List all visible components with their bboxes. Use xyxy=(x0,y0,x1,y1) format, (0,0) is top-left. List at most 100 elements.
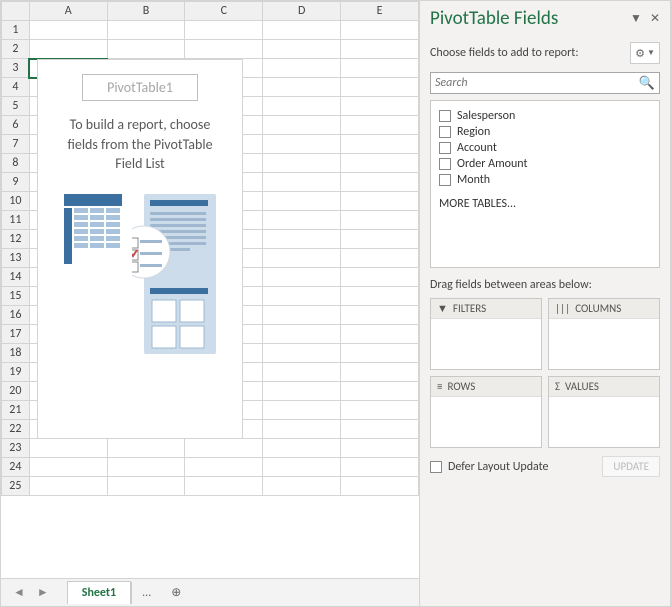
field-item[interactable]: Account xyxy=(439,141,651,155)
cell[interactable] xyxy=(29,458,107,477)
pane-dropdown-icon[interactable]: ▼ xyxy=(630,11,642,26)
cell[interactable] xyxy=(263,40,341,59)
cell[interactable] xyxy=(263,97,341,116)
cell[interactable] xyxy=(263,325,341,344)
cell[interactable] xyxy=(185,458,263,477)
cell[interactable] xyxy=(341,97,419,116)
cell[interactable] xyxy=(263,306,341,325)
cell[interactable] xyxy=(185,439,263,458)
cell[interactable] xyxy=(107,439,185,458)
cell[interactable] xyxy=(263,458,341,477)
row-header[interactable]: 17 xyxy=(2,325,30,344)
cell[interactable] xyxy=(185,21,263,40)
cell[interactable] xyxy=(341,344,419,363)
cell[interactable] xyxy=(29,477,107,496)
sheet-prev-icon[interactable]: ◄ xyxy=(13,585,25,600)
cell[interactable] xyxy=(341,249,419,268)
cell[interactable] xyxy=(341,116,419,135)
checkbox-icon[interactable] xyxy=(439,110,451,122)
checkbox-icon[interactable] xyxy=(439,174,451,186)
cell[interactable] xyxy=(341,458,419,477)
search-input[interactable] xyxy=(435,76,639,90)
cell[interactable] xyxy=(263,249,341,268)
field-item[interactable]: Month xyxy=(439,173,651,187)
cell[interactable] xyxy=(341,363,419,382)
cell[interactable] xyxy=(185,477,263,496)
cell[interactable] xyxy=(263,78,341,97)
select-all-corner[interactable] xyxy=(2,2,30,21)
cell[interactable] xyxy=(263,439,341,458)
cell[interactable] xyxy=(263,135,341,154)
cell[interactable] xyxy=(263,287,341,306)
cell[interactable] xyxy=(263,477,341,496)
cell[interactable] xyxy=(341,154,419,173)
cell[interactable] xyxy=(341,287,419,306)
cell[interactable] xyxy=(341,78,419,97)
field-item[interactable]: Order Amount xyxy=(439,157,651,171)
cell[interactable] xyxy=(29,439,107,458)
cell[interactable] xyxy=(341,477,419,496)
row-header[interactable]: 16 xyxy=(2,306,30,325)
checkbox-icon[interactable] xyxy=(439,126,451,138)
cell[interactable] xyxy=(263,230,341,249)
cell[interactable] xyxy=(107,458,185,477)
cell[interactable] xyxy=(341,40,419,59)
cell[interactable] xyxy=(341,192,419,211)
columns-zone[interactable]: |||COLUMNS xyxy=(548,298,660,370)
cell[interactable] xyxy=(107,21,185,40)
cell[interactable] xyxy=(263,363,341,382)
cell[interactable] xyxy=(263,382,341,401)
sheet-next-icon[interactable]: ► xyxy=(37,585,49,600)
col-header[interactable]: E xyxy=(341,2,419,21)
col-header[interactable]: A xyxy=(29,2,107,21)
cell[interactable] xyxy=(185,40,263,59)
row-header[interactable]: 24 xyxy=(2,458,30,477)
pivottable-placeholder[interactable]: PivotTable1 To build a report, choose fi… xyxy=(37,59,243,439)
cell[interactable] xyxy=(341,306,419,325)
values-zone[interactable]: ΣVALUES xyxy=(548,376,660,448)
row-header[interactable]: 5 xyxy=(2,97,30,116)
cell[interactable] xyxy=(263,268,341,287)
cell[interactable] xyxy=(263,344,341,363)
new-sheet-button[interactable]: ⊕ xyxy=(161,585,191,600)
row-header[interactable]: 13 xyxy=(2,249,30,268)
col-header[interactable]: B xyxy=(107,2,185,21)
cell[interactable] xyxy=(341,21,419,40)
checkbox-icon[interactable] xyxy=(439,142,451,154)
cell[interactable] xyxy=(263,116,341,135)
row-header[interactable]: 12 xyxy=(2,230,30,249)
row-header[interactable]: 11 xyxy=(2,211,30,230)
row-header[interactable]: 22 xyxy=(2,420,30,439)
field-search[interactable]: 🔍 xyxy=(430,72,660,94)
defer-layout-checkbox[interactable]: Defer Layout Update xyxy=(430,460,549,474)
update-button[interactable]: UPDATE xyxy=(602,456,660,477)
cell[interactable] xyxy=(341,439,419,458)
row-header[interactable]: 25 xyxy=(2,477,30,496)
cell[interactable] xyxy=(29,21,107,40)
cell[interactable] xyxy=(263,154,341,173)
more-tables-link[interactable]: MORE TABLES... xyxy=(439,197,651,211)
cell[interactable] xyxy=(263,21,341,40)
cell[interactable] xyxy=(263,401,341,420)
cell[interactable] xyxy=(263,192,341,211)
row-header[interactable]: 20 xyxy=(2,382,30,401)
cell[interactable] xyxy=(341,382,419,401)
sheet-tab[interactable]: Sheet1 xyxy=(67,581,131,604)
col-header[interactable]: D xyxy=(263,2,341,21)
cell[interactable] xyxy=(341,230,419,249)
cell[interactable] xyxy=(107,477,185,496)
cell[interactable] xyxy=(263,173,341,192)
field-list[interactable]: SalespersonRegionAccountOrder AmountMont… xyxy=(430,100,660,268)
cell[interactable] xyxy=(341,325,419,344)
sheet-tab-more[interactable]: ... xyxy=(131,582,161,604)
cell[interactable] xyxy=(341,401,419,420)
cell[interactable] xyxy=(263,420,341,439)
cell[interactable] xyxy=(29,40,107,59)
row-header[interactable]: 14 xyxy=(2,268,30,287)
row-header[interactable]: 7 xyxy=(2,135,30,154)
search-icon[interactable]: 🔍 xyxy=(639,76,655,91)
row-header[interactable]: 6 xyxy=(2,116,30,135)
cell[interactable] xyxy=(341,173,419,192)
field-item[interactable]: Salesperson xyxy=(439,109,651,123)
row-header[interactable]: 8 xyxy=(2,154,30,173)
